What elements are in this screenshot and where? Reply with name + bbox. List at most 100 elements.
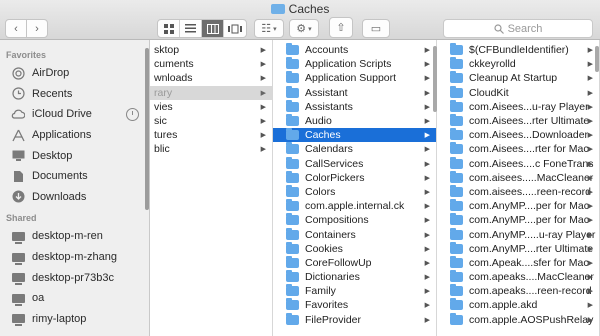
- list-item[interactable]: Cleanup At Startup ▶: [437, 71, 599, 85]
- chevron-right-icon: ▶: [587, 316, 593, 324]
- list-item-label: Accounts: [305, 44, 349, 57]
- folder-icon: [286, 43, 299, 56]
- list-item[interactable]: Application Scripts ▶: [273, 57, 436, 71]
- list-item[interactable]: com.AnyMP....rter Ultimate ▶: [437, 241, 599, 256]
- action-button[interactable]: ⚙ ▾: [289, 19, 319, 38]
- sidebar-scrollbar[interactable]: [145, 48, 149, 210]
- share-button[interactable]: ⇧: [329, 17, 353, 38]
- chevron-right-icon: ▶: [260, 146, 266, 154]
- list-item[interactable]: com.apple.internal.ck ▶: [273, 199, 436, 213]
- list-item[interactable]: com.apple.AOSPushRelay ▶: [437, 312, 599, 327]
- list-item[interactable]: rary ▶: [150, 85, 272, 100]
- list-item[interactable]: sktop ▶: [150, 43, 272, 57]
- sidebar-item-shared[interactable]: desktop-m-ren: [0, 226, 149, 247]
- list-item[interactable]: com.apeaks....MacCleaner ▶: [437, 270, 599, 284]
- column-library: Accounts ▶ Application Scripts ▶ Applicati…: [273, 40, 437, 336]
- document-icon: [11, 170, 25, 182]
- list-item[interactable]: tures ▶: [150, 128, 272, 142]
- list-item[interactable]: Compositions ▶: [273, 213, 436, 227]
- chevron-right-icon: ▶: [587, 103, 593, 111]
- list-item[interactable]: com.AnyMP....per for Mac ▶: [437, 199, 599, 213]
- list-item[interactable]: com.Aisees...u-ray Player ▶: [437, 99, 599, 114]
- list-item[interactable]: cuments ▶: [150, 57, 272, 71]
- list-item[interactable]: Cookies ▶: [273, 241, 436, 256]
- folder-icon: [450, 184, 463, 197]
- sidebar-item-documents[interactable]: Documents: [0, 166, 149, 187]
- list-item-label: wnloads: [154, 72, 193, 85]
- list-item[interactable]: $(CFBundleIdentifier) ▶: [437, 43, 599, 57]
- list-item[interactable]: Dictionaries ▶: [273, 270, 436, 284]
- list-item[interactable]: com.Apeak....sfer for Mac ▶: [437, 255, 599, 270]
- sidebar-item-label: iCloud Drive: [32, 108, 92, 121]
- search-field[interactable]: Search: [443, 19, 593, 38]
- folder-icon: [286, 85, 299, 98]
- computer-icon: [11, 313, 25, 327]
- list-item[interactable]: Accounts ▶: [273, 43, 436, 57]
- sidebar-item-airdrop[interactable]: AirDrop: [0, 63, 149, 84]
- sidebar-item-shared[interactable]: rimy-laptop: [0, 309, 149, 330]
- list-item[interactable]: com.aisees.....MacCleaner ▶: [437, 170, 599, 185]
- list-item[interactable]: com.apeaks....reen-record ▶: [437, 284, 599, 298]
- folder-icon: [450, 227, 463, 240]
- list-item-selected[interactable]: Caches ▶: [273, 128, 436, 143]
- list-item-label: com.apple.akd: [469, 299, 538, 312]
- list-item[interactable]: Audio ▶: [273, 114, 436, 128]
- list-item[interactable]: Favorites ▶: [273, 298, 436, 312]
- list-item[interactable]: CallServices ▶: [273, 156, 436, 171]
- list-item[interactable]: sic ▶: [150, 114, 272, 128]
- chevron-right-icon: ▶: [587, 302, 593, 310]
- list-item[interactable]: com.apple.akd ▶: [437, 298, 599, 312]
- list-item[interactable]: CloudKit ▶: [437, 85, 599, 100]
- list-item[interactable]: com.aisees.....reen-record ▶: [437, 184, 599, 199]
- list-item[interactable]: com.Aisees...Downloader ▶: [437, 128, 599, 142]
- sidebar-item-shared[interactable]: oa: [0, 288, 149, 309]
- list-item[interactable]: Assistant ▶: [273, 85, 436, 100]
- gallery-view-button[interactable]: [224, 20, 246, 37]
- list-item[interactable]: com.Aisees....c FoneTrans ▶: [437, 156, 599, 171]
- chevron-right-icon: ▶: [424, 89, 430, 97]
- forward-button[interactable]: ›: [26, 19, 48, 38]
- chevron-right-icon: ▶: [424, 75, 430, 83]
- list-item[interactable]: ckkeyrolld ▶: [437, 57, 599, 71]
- list-item[interactable]: Assistants ▶: [273, 99, 436, 114]
- list-item[interactable]: com.AnyMP....per for Mac ▶: [437, 213, 599, 227]
- list-item[interactable]: Application Support ▶: [273, 71, 436, 85]
- list-item[interactable]: ColorPickers ▶: [273, 170, 436, 185]
- list-item[interactable]: com.Aisees...rter Ultimate ▶: [437, 114, 599, 128]
- sidebar-item-downloads[interactable]: Downloads: [0, 187, 149, 208]
- chevron-right-icon: ▶: [587, 89, 593, 97]
- list-item[interactable]: Calendars ▶: [273, 142, 436, 156]
- list-item[interactable]: FileProvider ▶: [273, 312, 436, 327]
- folder-icon: [286, 128, 299, 141]
- list-item[interactable]: vies ▶: [150, 100, 272, 114]
- folder-icon: [450, 312, 463, 325]
- tag-button[interactable]: ▭: [362, 19, 390, 38]
- caches-column-scrollbar[interactable]: [595, 46, 599, 72]
- icon-view-button[interactable]: [158, 20, 180, 37]
- sidebar-item-label: rimy-laptop: [32, 312, 87, 325]
- sidebar-item-applications[interactable]: Applications: [0, 125, 149, 146]
- sidebar-item-shared[interactable]: desktop-pr73b3c: [0, 267, 149, 288]
- list-item[interactable]: CoreFollowUp ▶: [273, 255, 436, 270]
- list-item-label: Favorites: [305, 299, 349, 312]
- chevron-right-icon: ▶: [587, 146, 593, 154]
- list-item[interactable]: Family ▶: [273, 284, 436, 298]
- column-view-button[interactable]: [202, 20, 224, 37]
- list-view-button[interactable]: [180, 20, 202, 37]
- list-item-label: com.aisees.....reen-record: [469, 185, 591, 198]
- list-item[interactable]: Colors ▶: [273, 184, 436, 199]
- list-item[interactable]: wnloads ▶: [150, 71, 272, 85]
- folder-icon: [286, 156, 299, 169]
- sidebar-item-desktop[interactable]: Desktop: [0, 145, 149, 166]
- sidebar-item-recents[interactable]: Recents: [0, 84, 149, 105]
- list-item[interactable]: com.Aisees....rter for Mac ▶: [437, 142, 599, 156]
- list-item[interactable]: Containers ▶: [273, 227, 436, 241]
- list-item-label: com.AnyMP.....u-ray Player: [469, 228, 596, 241]
- sidebar-item-icloud-drive[interactable]: iCloud Drive: [0, 104, 149, 125]
- list-item[interactable]: com.AnyMP.....u-ray Player ▶: [437, 227, 599, 241]
- sidebar-item-shared[interactable]: desktop-m-zhang: [0, 247, 149, 268]
- back-button[interactable]: ‹: [5, 19, 27, 38]
- list-item[interactable]: blic ▶: [150, 142, 272, 156]
- arrange-button[interactable]: ☷ ▾: [254, 19, 284, 38]
- sidebar-item-label: Applications: [32, 129, 92, 142]
